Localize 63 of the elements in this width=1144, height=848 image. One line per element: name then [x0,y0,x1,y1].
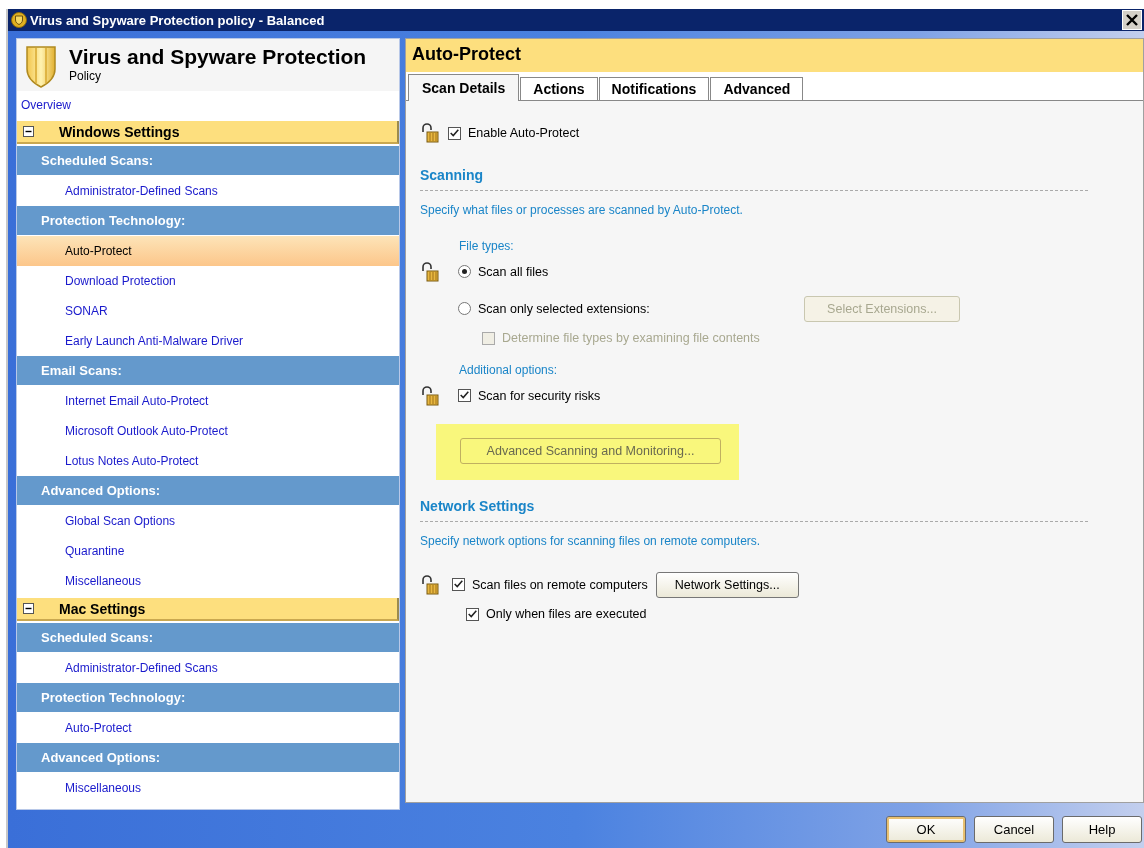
window-title: Virus and Spyware Protection policy - Balanced [30,12,326,28]
section-heading: Network Settings [420,498,1088,522]
section-heading: Scanning [420,167,1088,191]
tab[interactable]: Scan Details [408,74,520,101]
section-description: Specify network options for scanning files on remote computers. [420,534,762,548]
nav-item[interactable]: Microsoft Outlook Auto-Protect [17,416,399,446]
option-label: Determine file types by examining file contents [502,331,760,345]
policy-subtitle: Policy [69,69,102,83]
option-label: Scan only selected extensions: [478,301,650,316]
overview-link[interactable]: Overview [17,91,71,119]
nav-item[interactable]: Quarantine [17,536,399,566]
nav-item[interactable]: Miscellaneous [17,566,399,596]
nav-item[interactable]: Miscellaneous [17,773,399,803]
section-header: Scheduled Scans: [17,146,399,175]
section-description: Specify what files or processes are scanned by Auto-Protect. [420,203,744,217]
nav-item[interactable]: Global Scan Options [17,506,399,536]
option-label: Scan files on remote computers [472,577,648,592]
nav-item[interactable]: Early Launch Anti-Malware Driver [17,326,399,356]
group-label: Additional options: [459,363,559,377]
radio-button[interactable] [458,302,471,315]
group-label: Mac Settings [59,600,146,617]
policy-title: Virus and Spyware Protection [69,45,367,69]
nav-item[interactable]: Lotus Notes Auto-Protect [17,446,399,476]
dialog-button[interactable]: Help [1062,815,1142,843]
nav-item[interactable]: SONAR [17,296,399,326]
dialog-button[interactable]: Cancel [974,815,1054,843]
section-header: Email Scans: [17,356,399,385]
tab[interactable]: Notifications [598,77,710,100]
option-label: Only when files are executed [486,607,647,621]
checkbox[interactable] [452,578,465,591]
nav-item[interactable]: Download Protection [17,266,399,296]
panel-title: Auto-Protect [406,39,1143,72]
close-icon[interactable] [1122,10,1142,30]
shield-icon [25,45,57,89]
advanced-scanning-button[interactable]: Advanced Scanning and Monitoring... [460,438,721,464]
collapse-icon[interactable] [23,126,34,137]
checkbox[interactable] [458,389,471,402]
section-header: Protection Technology: [17,683,399,712]
tab[interactable]: Actions [520,77,598,100]
nav-item[interactable]: Internet Email Auto-Protect [17,386,399,416]
nav-item[interactable]: Auto-Protect [17,713,399,743]
dialog-button[interactable]: OK [886,815,966,843]
section-header: Advanced Options: [17,743,399,772]
settings-button[interactable]: Network Settings... [655,571,799,598]
nav-item[interactable]: Administrator-Defined Scans [17,176,399,206]
shield-icon [11,12,27,28]
option-label: Enable Auto-Protect [468,126,580,140]
nav-item[interactable]: Auto-Protect [17,236,399,266]
option-label: Scan for security risks [478,388,601,403]
radio-button[interactable] [458,265,471,278]
option-label: Scan all files [478,264,549,279]
section-header: Protection Technology: [17,206,399,235]
group-header[interactable]: Mac Settings [17,598,399,621]
section-header: Advanced Options: [17,476,399,505]
group-header[interactable]: Windows Settings [17,121,399,144]
group-label: File types: [459,239,515,253]
section-header: Scheduled Scans: [17,623,399,652]
checkbox[interactable] [466,607,479,621]
checkbox[interactable] [448,126,461,140]
nav-item[interactable]: Administrator-Defined Scans [17,653,399,683]
collapse-icon[interactable] [23,603,34,614]
tab[interactable]: Advanced [710,77,804,100]
group-label: Windows Settings [59,123,180,140]
